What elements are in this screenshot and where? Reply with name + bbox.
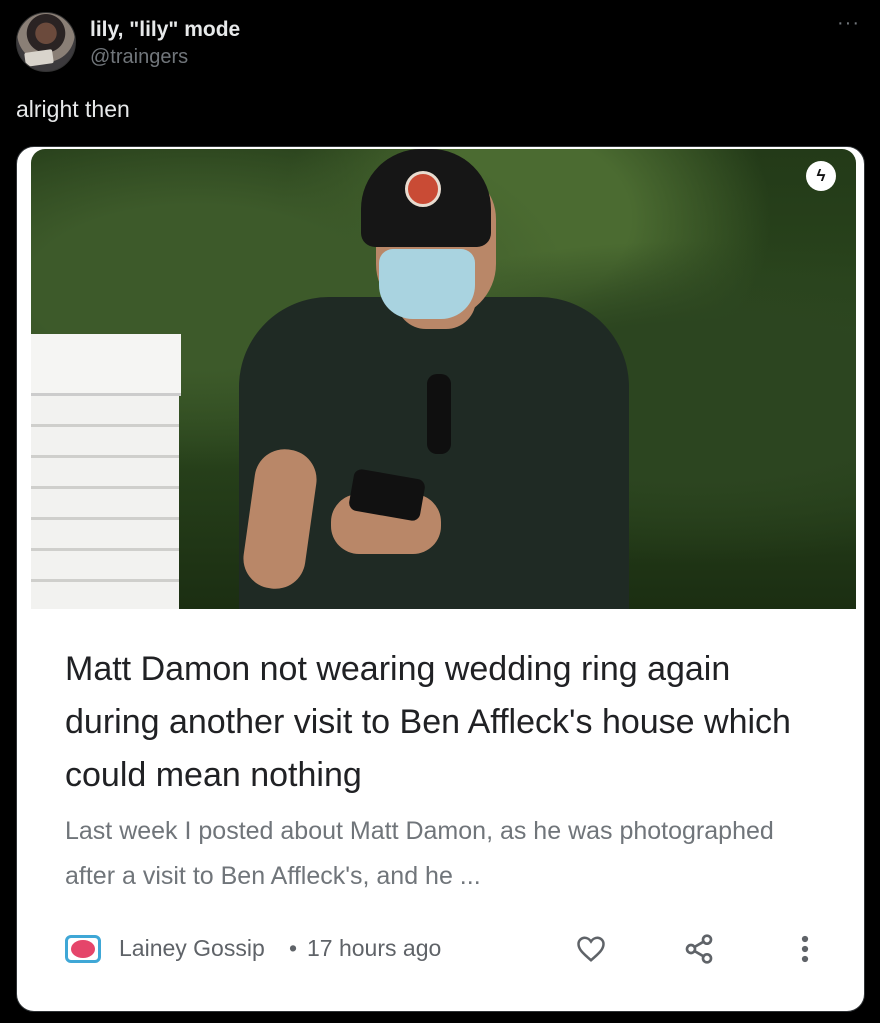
more-vertical-icon[interactable] xyxy=(787,931,823,967)
heart-icon[interactable] xyxy=(573,931,609,967)
article-snippet: Last week I posted about Matt Damon, as … xyxy=(65,817,774,890)
lightning-bolt-icon: ϟ xyxy=(806,161,836,191)
share-icon[interactable] xyxy=(681,931,717,967)
source-name[interactable]: Lainey Gossip xyxy=(119,935,265,962)
display-name[interactable]: lily, "lily" mode xyxy=(90,18,240,42)
tweet-header: lily, "lily" mode @traingers ··· xyxy=(16,12,864,76)
news-card[interactable]: ϟ Matt Damon not wearing wedding ring ag… xyxy=(16,146,865,1012)
source-logo-icon xyxy=(65,935,101,963)
tweet-text: alright then xyxy=(16,96,130,122)
article-headline[interactable]: Matt Damon not wearing wedding ring agai… xyxy=(65,643,825,802)
avatar[interactable] xyxy=(16,12,76,72)
user-handle[interactable]: @traingers xyxy=(90,46,188,69)
source-time: 17 hours ago xyxy=(307,935,442,961)
sunglasses xyxy=(427,374,451,454)
cap-logo xyxy=(405,171,441,207)
face-mask xyxy=(379,249,475,319)
separator-dot: • xyxy=(289,935,298,961)
source-row: Lainey Gossip • 17 hours ago xyxy=(65,931,825,967)
article-photo[interactable]: ϟ xyxy=(31,149,856,609)
pillar-cap xyxy=(31,334,181,396)
more-horizontal-icon[interactable]: ··· xyxy=(837,12,860,35)
